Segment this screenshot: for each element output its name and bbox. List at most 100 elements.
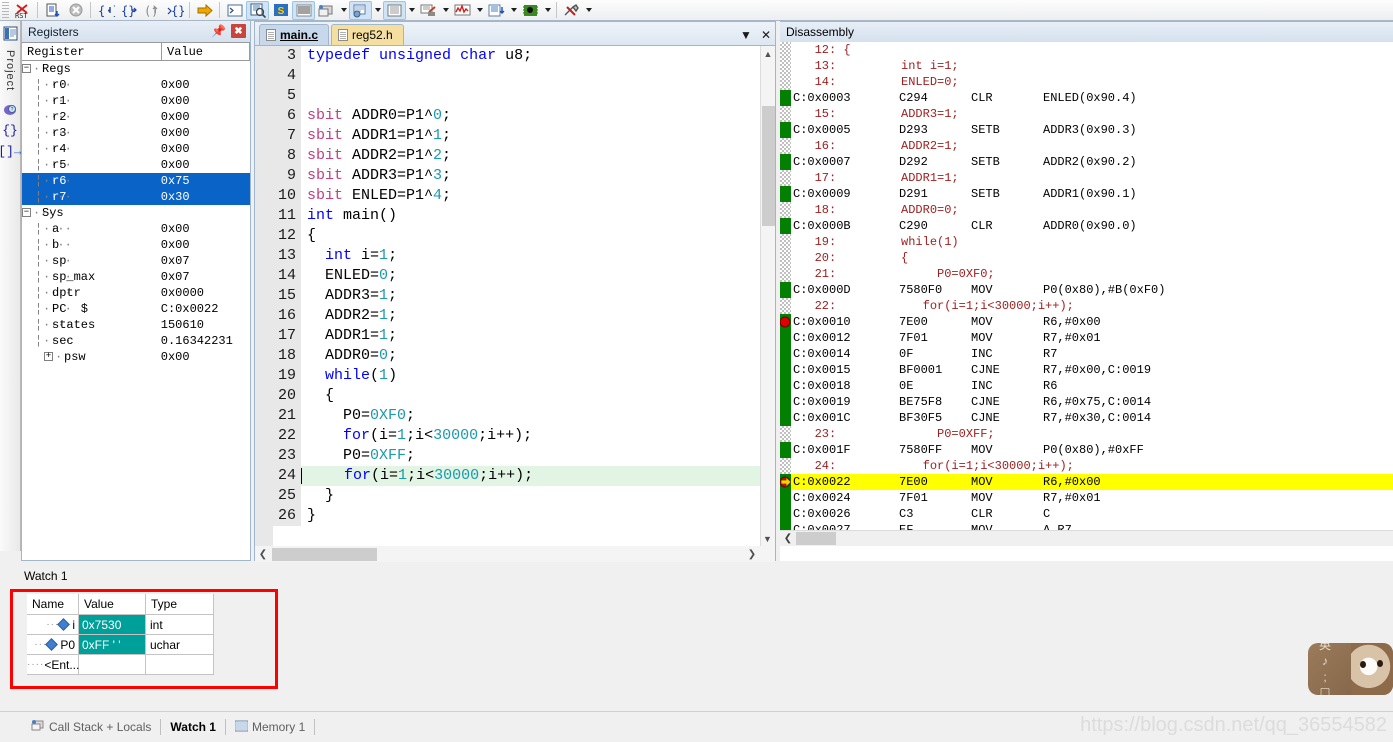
tab-watch-1[interactable]: Watch 1 (161, 717, 225, 737)
watch-value[interactable]: 0xFF ' ' (79, 635, 146, 655)
system-viewer-button[interactable] (519, 1, 542, 20)
disassembly-source-row[interactable]: 15: ADDR3=1; (780, 106, 1393, 122)
code-line[interactable]: 25 } (255, 486, 775, 506)
code-line[interactable]: 11 int main() (255, 206, 775, 226)
register-row[interactable]: ¦····r1 0x00 (22, 93, 250, 109)
ime-key-0[interactable]: 英 (1314, 643, 1336, 653)
editor-vscroll-thumb[interactable] (762, 106, 775, 226)
register-row[interactable]: ¦····PC $ C:0x0022 (22, 301, 250, 317)
register-row[interactable]: ¦····r2 0x00 (22, 109, 250, 125)
code-line[interactable]: 18 ADDR0=0; (255, 346, 775, 366)
tab-memory-1[interactable]: Memory 1 (226, 717, 314, 737)
registers-window-button[interactable] (292, 0, 315, 20)
code-line[interactable]: 4 (255, 66, 775, 86)
serial-dropdown-arrow[interactable] (440, 1, 451, 20)
disassembly-source-row[interactable]: 21: P0=0XF0; (780, 266, 1393, 282)
toolbar-grip[interactable] (2, 1, 9, 19)
disassembly-instruction-row[interactable]: C:0x0024 7F01 MOV R7,#0x01 (780, 490, 1393, 506)
register-row[interactable]: ¦····b 0x00 (22, 237, 250, 253)
disassembly-marker[interactable] (780, 442, 791, 458)
register-row[interactable]: ¦····a 0x00 (22, 221, 250, 237)
watch-row[interactable]: ···· <Ent... (27, 655, 234, 675)
register-row[interactable]: ¦····r0 0x00 (22, 77, 250, 93)
disassembly-instruction-row[interactable]: C:0x0014 0F INC R7 (780, 346, 1393, 362)
disassembly-instruction-row[interactable]: C:0x0018 0E INC R6 (780, 378, 1393, 394)
disassembly-marker[interactable] (780, 218, 791, 234)
symbols-window-button[interactable]: S (269, 1, 292, 20)
disassembly-marker[interactable] (780, 426, 791, 442)
disassembly-marker[interactable] (780, 378, 791, 394)
code-line[interactable]: 26} (255, 506, 775, 526)
disassembly-instruction-row[interactable]: C:0x0019 BE75F8 CJNE R6,#0x75,C:0014 (780, 394, 1393, 410)
code-lines[interactable]: 3 typedef unsigned char u8; 4 5 6 sbit ADDR0=… (255, 46, 775, 562)
toolbox-button[interactable] (560, 1, 583, 20)
memory-windows-button[interactable] (383, 0, 406, 20)
disassembly-marker[interactable] (780, 58, 791, 74)
close-tab-icon[interactable]: ✕ (761, 28, 771, 42)
disassembly-instruction-row[interactable]: C:0x0012 7F01 MOV R7,#0x01 (780, 330, 1393, 346)
scroll-down-icon[interactable]: ▼ (761, 531, 774, 546)
register-row[interactable]: ¦····r4 0x00 (22, 141, 250, 157)
analysis-windows-button[interactable] (451, 1, 474, 20)
disassembly-marker[interactable] (780, 490, 791, 506)
disassembly-marker[interactable] (780, 362, 791, 378)
code-line[interactable]: 14 ENLED=0; (255, 266, 775, 286)
command-window-button[interactable] (223, 1, 246, 20)
watch-name[interactable]: ···· <Ent... (27, 655, 79, 675)
disassembly-instruction-row[interactable]: C:0x0026 C3 CLR C (780, 506, 1393, 522)
run-to-cursor-button[interactable] (41, 1, 64, 20)
editor-hscroll-thumb[interactable] (272, 547, 377, 561)
column-header-register[interactable]: Register (22, 43, 162, 61)
registers-tree[interactable]: − ···Regs ¦····r0 0x00 ¦····r1 0x00 ¦····r2 0x0… (22, 61, 250, 365)
disassembly-instruction-row[interactable]: C:0x001C BF30F5 CJNE R7,#0x30,C:0014 (780, 410, 1393, 426)
code-line[interactable]: 24 for(i=1;i<30000;i++); (255, 466, 775, 486)
reset-button[interactable]: RST (11, 1, 34, 20)
disassembly-marker[interactable] (780, 234, 791, 250)
disassembly-marker[interactable] (780, 90, 791, 106)
disassembly-source-row[interactable]: 13: int i=1; (780, 58, 1393, 74)
dis-scroll-left-icon[interactable]: ❮ (780, 533, 796, 544)
step-out-button[interactable]: () (140, 1, 163, 20)
memory-dropdown-arrow[interactable] (406, 1, 417, 20)
code-line[interactable]: 22 for(i=1;i<30000;i++); (255, 426, 775, 446)
watch-name[interactable]: ··· P0 (27, 635, 79, 655)
disassembly-body[interactable]: 12: { 13: int i=1; 14: ENLED=0; C:0x0003 C… (780, 42, 1393, 546)
analysis-dropdown-arrow[interactable] (474, 1, 485, 20)
code-line[interactable]: 8 sbit ADDR2=P1^2; (255, 146, 775, 166)
code-line[interactable]: 17 ADDR1=1; (255, 326, 775, 346)
code-line[interactable]: 15 ADDR3=1; (255, 286, 775, 306)
disassembly-source-row[interactable]: 12: { (780, 42, 1393, 58)
disassembly-source-row[interactable]: 20: { (780, 250, 1393, 266)
chevron-down-icon[interactable]: ▼ (740, 28, 752, 42)
register-row[interactable]: ¦····r5 0x00 (22, 157, 250, 173)
disassembly-window-button[interactable] (246, 0, 269, 20)
disassembly-marker[interactable] (780, 106, 791, 122)
close-icon[interactable]: ✖ (231, 24, 246, 38)
system-viewer-dropdown-arrow[interactable] (542, 1, 553, 20)
watch-row[interactable]: ··· P0 0xFF ' ' uchar (27, 635, 234, 655)
tab-reg52-h[interactable]: reg52.h (331, 24, 404, 45)
disassembly-instruction-row[interactable]: C:0x0015 BF0001 CJNE R7,#0x00,C:0019 (780, 362, 1393, 378)
scroll-right-icon[interactable]: ❯ (744, 549, 760, 560)
disassembly-breakpoint-icon[interactable] (780, 314, 791, 330)
call-stack-window-button[interactable] (315, 1, 338, 20)
functions-icon[interactable]: {} (2, 122, 19, 139)
disassembly-marker[interactable] (780, 282, 791, 298)
register-row[interactable]: ¦····dptr 0x0000 (22, 285, 250, 301)
books-icon[interactable]: ? (2, 101, 19, 118)
code-line[interactable]: 21 P0=0XF0; (255, 406, 775, 426)
watch-row[interactable]: ··· i 0x7530 int (27, 615, 234, 635)
disassembly-source-row[interactable]: 17: ADDR1=1; (780, 170, 1393, 186)
ime-key-3[interactable]: ☐ (1314, 685, 1336, 695)
disassembly-instruction-row[interactable]: C:0x0010 7E00 MOV R6,#0x00 (780, 314, 1393, 330)
disassembly-marker[interactable] (780, 250, 791, 266)
register-row[interactable]: ¦····sp_max 0x07 (22, 269, 250, 285)
code-line[interactable]: 10 sbit ENLED=P1^4; (255, 186, 775, 206)
watch-name[interactable]: ··· i (27, 615, 79, 635)
code-line[interactable]: 5 (255, 86, 775, 106)
toolbox-dropdown-arrow[interactable] (583, 1, 594, 20)
disassembly-horizontal-scrollbar[interactable]: ❮ (780, 530, 1393, 546)
disassembly-marker[interactable] (780, 330, 791, 346)
column-header-type[interactable]: Type (146, 594, 214, 615)
code-line[interactable]: 23 P0=0XFF; (255, 446, 775, 466)
